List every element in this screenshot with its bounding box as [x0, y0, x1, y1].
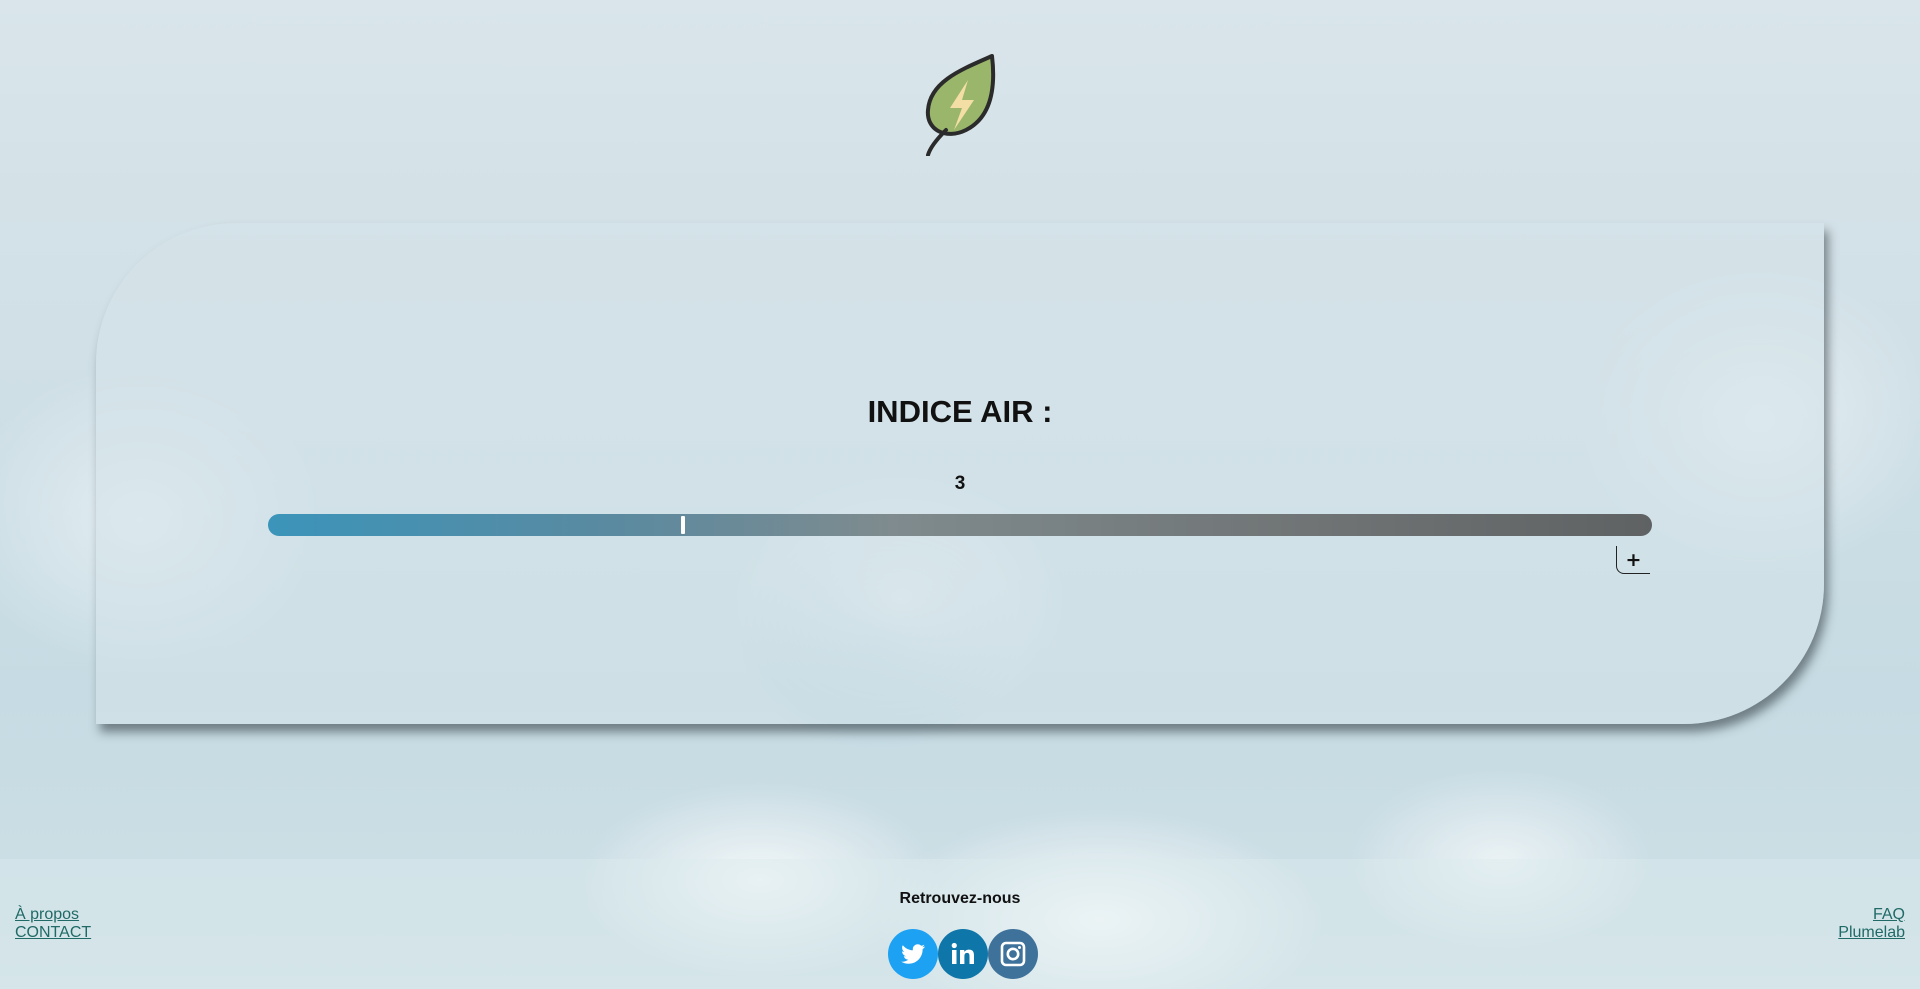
- social-links: [888, 929, 1038, 981]
- show-more-button[interactable]: +: [1616, 546, 1650, 574]
- about-link[interactable]: À propos: [15, 906, 91, 924]
- air-index-title: INDICE AIR :: [867, 394, 1053, 429]
- footer-right-links: FAQ Plumelab: [1838, 906, 1905, 942]
- logo: [920, 52, 1002, 157]
- air-index-gauge-marker: [681, 516, 686, 534]
- leaf-lightning-icon: [925, 54, 996, 157]
- footer-left-links: À propos CONTACT: [15, 906, 91, 942]
- faq-link[interactable]: FAQ: [1838, 906, 1905, 924]
- linkedin-icon: [951, 942, 974, 964]
- linkedin-button[interactable]: [938, 929, 988, 979]
- air-index-gauge: [268, 514, 1652, 536]
- social-title: Retrouvez-nous: [899, 890, 1021, 907]
- instagram-icon: [1000, 941, 1026, 967]
- footer: À propos CONTACT Retrouvez-nous FAQ Plum…: [0, 859, 1920, 989]
- twitter-icon: [901, 944, 925, 964]
- twitter-button[interactable]: [888, 929, 938, 979]
- instagram-button[interactable]: [988, 929, 1038, 979]
- air-index-value: 3: [954, 473, 966, 494]
- air-index-card: INDICE AIR : 3 +: [96, 223, 1824, 724]
- contact-link[interactable]: CONTACT: [15, 924, 91, 942]
- plumelab-link[interactable]: Plumelab: [1838, 924, 1905, 942]
